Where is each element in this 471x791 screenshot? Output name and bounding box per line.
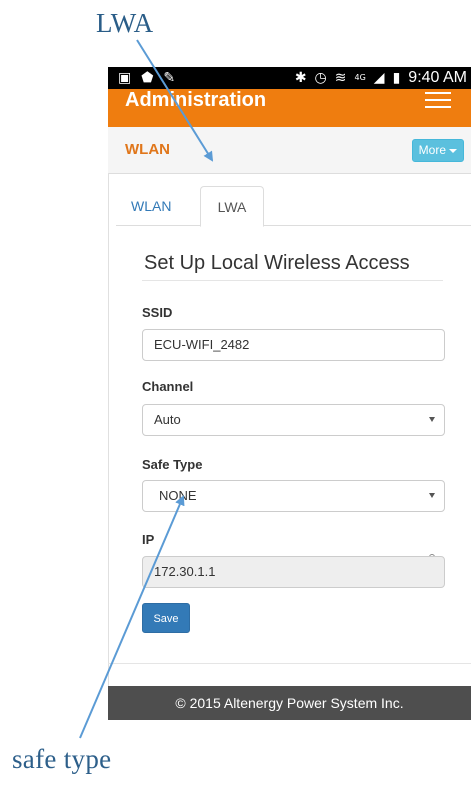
annotation-safe-type-label: safe type [12,744,112,774]
caret-down-icon [449,148,457,153]
photo-icon: ▣ [118,70,132,86]
form-title: Set Up Local Wireless Access [144,252,410,274]
annotation-lwa-label: LWA [96,8,154,38]
ssid-label: SSID [142,305,173,320]
bluetooth-icon: ✱ [294,70,307,86]
footer-divider [108,663,471,664]
more-button-label: More [418,143,446,157]
safe-type-select[interactable]: NONE [142,480,445,512]
chevron-down-icon [429,493,435,498]
app-bar: Administration [108,89,471,127]
footer: © 2015 Altenergy Power System Inc. [108,686,471,720]
ip-input[interactable]: 172.30.1.1 [142,556,445,588]
content-border [108,173,109,686]
hamburger-menu-icon[interactable] [425,92,451,108]
channel-select-value: Auto [154,412,181,427]
status-bar: ▣ ⬟ ✎ ✱ ◷ ≋ 4G ◢ ▮ 9:40 AM [108,67,471,89]
chevron-down-icon [429,417,435,422]
ip-label: IP [142,532,155,547]
section-title: WLAN [125,141,170,158]
pencil-icon: ✎ [163,70,176,86]
more-dropdown-button[interactable]: More [411,139,464,162]
safe-type-label: Safe Type [142,457,203,472]
alarm-icon: ◷ [314,70,327,86]
lte-indicator: 4G [354,73,366,82]
safe-type-select-value: NONE [159,488,197,503]
tab-lwa[interactable]: LWA [200,186,264,227]
tab-wlan[interactable]: WLAN [116,186,186,226]
channel-select[interactable]: Auto [142,404,445,436]
save-button[interactable]: Save [142,603,190,633]
status-time: 9:40 AM [408,69,467,86]
ssid-input[interactable]: ECU-WIFI_2482 [142,329,445,361]
wifi-icon: ≋ [334,70,347,86]
phone-screen: ▣ ⬟ ✎ ✱ ◷ ≋ 4G ◢ ▮ 9:40 AM Administratio… [108,67,471,720]
tab-bar: WLAN LWA [108,186,471,227]
battery-icon: ▮ [392,70,401,86]
app-title: Administration [125,89,267,111]
form-title-divider [142,280,443,281]
shield-icon: ⬟ [141,70,154,86]
section-header: WLAN More [108,127,471,174]
channel-label: Channel [142,379,194,394]
signal-icon: ◢ [373,70,385,86]
